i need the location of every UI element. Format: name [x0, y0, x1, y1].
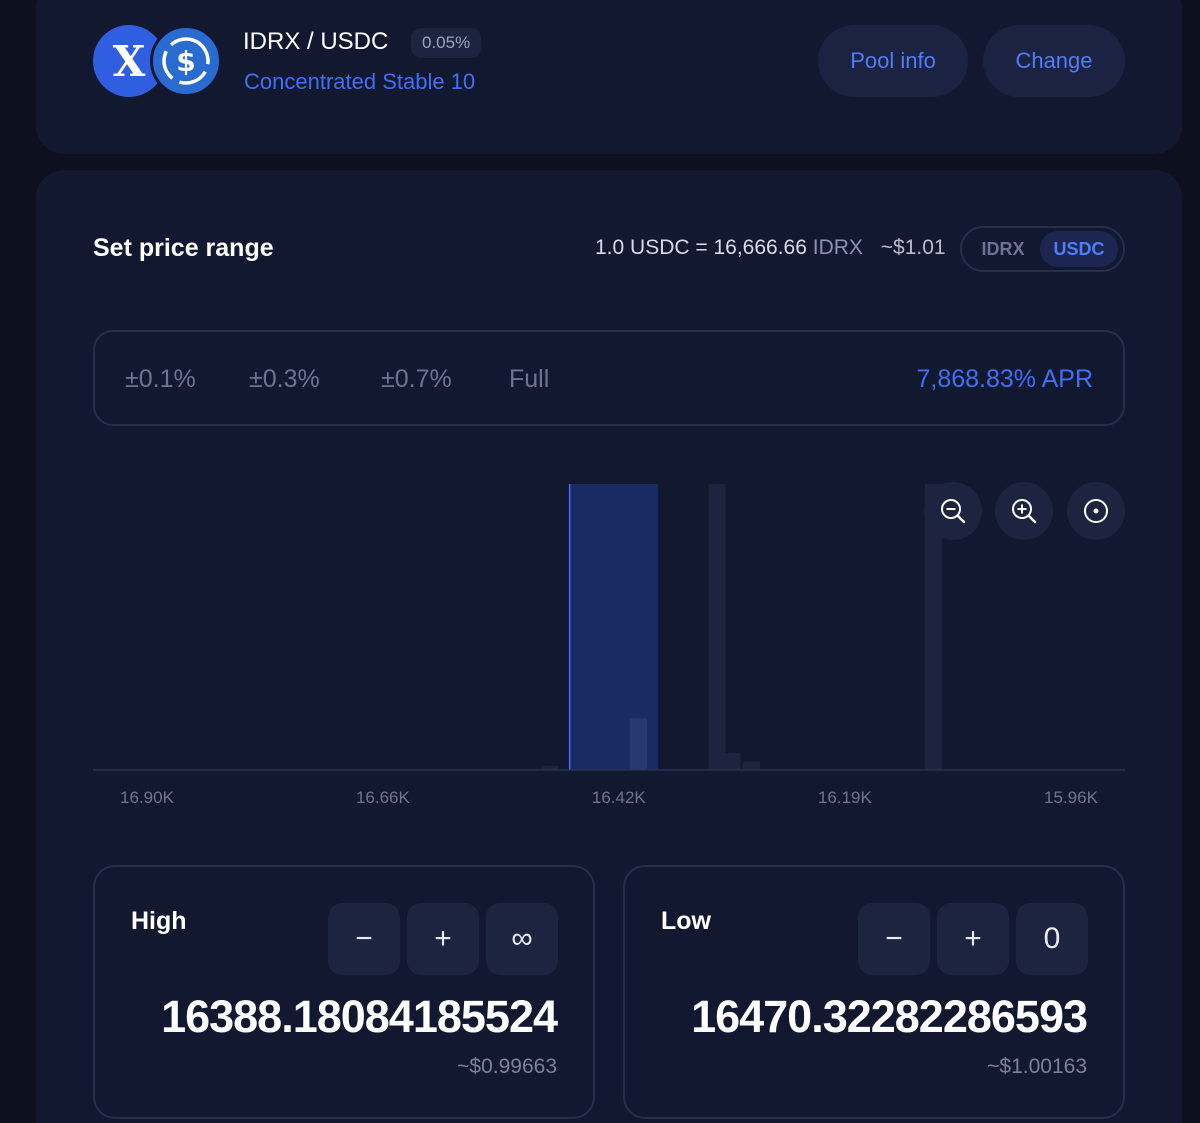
token-pair-icons: X $	[93, 25, 223, 97]
change-pool-button[interactable]: Change	[983, 25, 1125, 97]
low-price-input[interactable]: 16470.32282286593	[691, 991, 1088, 1043]
liquidity-bar	[723, 752, 741, 770]
toggle-usdc[interactable]: USDC	[1040, 231, 1118, 267]
x-tick-label: 16.19K	[818, 788, 873, 807]
rate-usd: ~$1.01	[880, 236, 946, 259]
liquidity-bar	[629, 718, 647, 770]
rate-base: 1.0 USDC = 16,666.66	[595, 236, 807, 259]
preset-0-3[interactable]: ±0.3%	[249, 365, 320, 394]
high-price-box: High − + ∞ 16388.18084185524 ~$0.99663	[93, 865, 595, 1119]
range-presets: ±0.1% ±0.3% ±0.7% Full 7,868.83% APR	[93, 330, 1125, 426]
low-price-usd: ~$1.00163	[987, 1055, 1087, 1078]
preset-0-7[interactable]: ±0.7%	[381, 365, 452, 394]
x-tick-label: 15.96K	[1044, 788, 1099, 807]
pool-type-link[interactable]: Concentrated Stable 10	[244, 69, 475, 95]
high-infinity-button[interactable]: ∞	[486, 903, 558, 975]
dollar-coin-icon: $	[162, 37, 210, 85]
high-label: High	[131, 907, 187, 935]
price-range-card: Set price range 1.0 USDC = 16,666.66 IDR…	[36, 170, 1182, 1123]
low-label: Low	[661, 907, 711, 935]
preset-full[interactable]: Full	[509, 365, 549, 394]
svg-text:$: $	[176, 45, 195, 78]
low-decrease-button[interactable]: −	[858, 903, 930, 975]
rate-unit: IDRX	[812, 236, 863, 259]
low-price-box: Low − + 0 16470.32282286593 ~$1.00163	[623, 865, 1125, 1119]
toggle-idrx[interactable]: IDRX	[966, 231, 1040, 267]
low-increase-button[interactable]: +	[937, 903, 1009, 975]
section-title: Set price range	[93, 234, 274, 262]
recenter-icon	[1084, 499, 1108, 523]
exchange-rate: 1.0 USDC = 16,666.66 IDRX ~$1.01	[595, 236, 946, 260]
token-toggle: IDRX USDC	[960, 226, 1125, 272]
high-increase-button[interactable]: +	[407, 903, 479, 975]
high-decrease-button[interactable]: −	[328, 903, 400, 975]
low-zero-button[interactable]: 0	[1016, 903, 1088, 975]
fee-badge: 0.05%	[411, 28, 482, 58]
zoom-in-button[interactable]	[995, 482, 1053, 540]
recenter-button[interactable]	[1067, 482, 1125, 540]
apr-value: 7,868.83% APR	[916, 365, 1093, 393]
pool-card: X $ IDRX / USDC 0.05% Concentrated Stabl…	[36, 0, 1182, 154]
zoom-out-button[interactable]	[924, 482, 982, 540]
x-tick-label: 16.66K	[356, 788, 411, 807]
liquidity-bar	[743, 761, 761, 770]
page: X $ IDRX / USDC 0.05% Concentrated Stabl…	[0, 0, 1200, 1123]
liquidity-bar	[708, 484, 726, 770]
preset-0-1[interactable]: ±0.1%	[125, 365, 196, 394]
zoom-out-icon	[941, 499, 966, 524]
pool-info-button[interactable]: Pool info	[818, 25, 968, 97]
high-price-input[interactable]: 16388.18084185524	[161, 991, 558, 1043]
x-tick-label: 16.42K	[592, 788, 647, 807]
x-tick-label: 16.90K	[120, 788, 175, 807]
usdc-token-icon: $	[150, 25, 222, 97]
pair-name: IDRX / USDC	[243, 28, 389, 55]
zoom-in-icon	[1012, 499, 1037, 524]
high-price-usd: ~$0.99663	[457, 1055, 557, 1078]
